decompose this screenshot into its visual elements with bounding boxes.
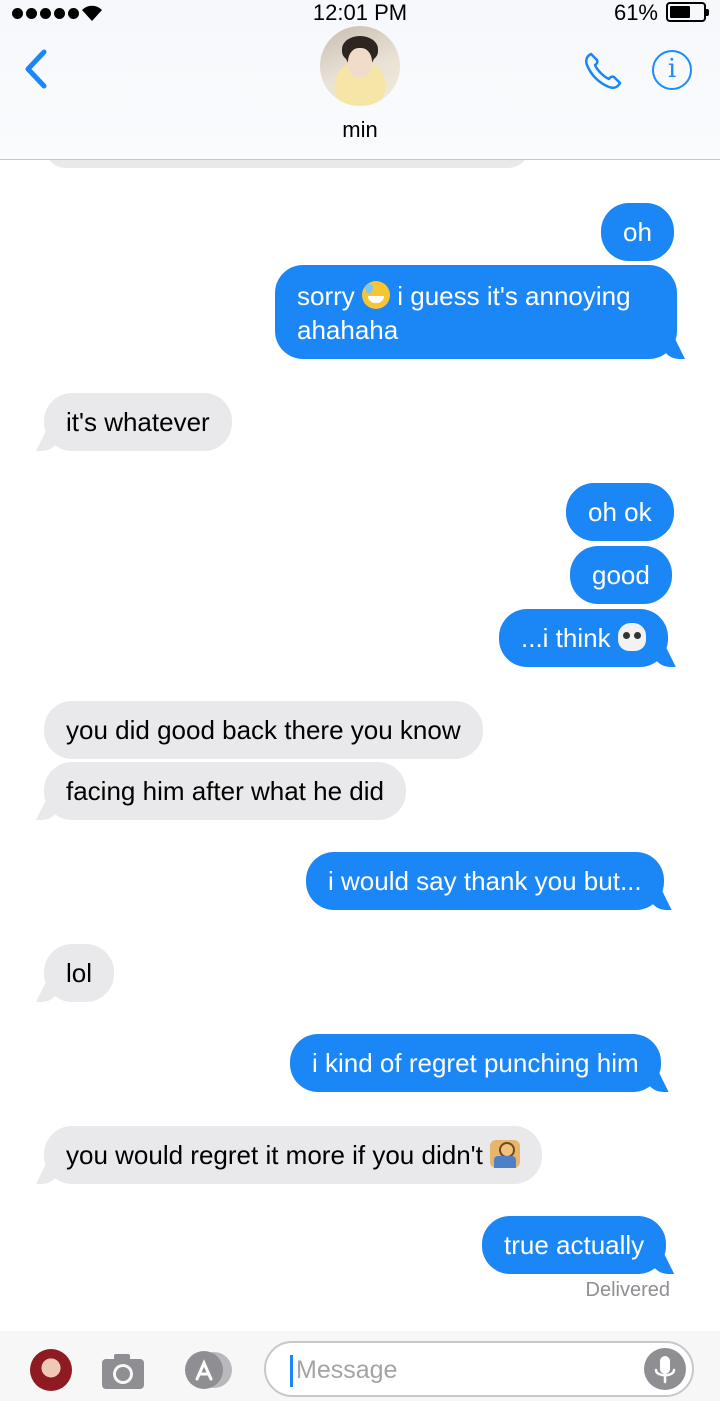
message-text: you would regret it more if you didn't xyxy=(66,1140,483,1170)
message-text: true actually xyxy=(504,1230,645,1260)
message-bubble-received[interactable]: lol xyxy=(44,944,115,1002)
message-bubble-sent[interactable]: sorry i guess it's annoying ahahaha xyxy=(275,265,677,359)
message-text: i guess it's annoying xyxy=(397,281,631,311)
message-bubble-sent[interactable]: good xyxy=(570,546,672,604)
message-text: oh ok xyxy=(588,497,652,527)
phone-icon[interactable] xyxy=(582,50,624,92)
battery-icon xyxy=(666,2,709,22)
message-text: sorry xyxy=(297,281,355,311)
message-text: oh xyxy=(623,217,652,247)
message-text: lol xyxy=(66,958,93,988)
message-text: i kind of regret punching him xyxy=(312,1048,639,1078)
message-bubble-received[interactable]: you did good back there you know xyxy=(44,701,483,759)
message-text: it's whatever xyxy=(66,407,210,437)
conversation-header: 12:01 PM 61% min i xyxy=(0,0,720,160)
message-bubble-sent[interactable]: true actually xyxy=(482,1216,667,1274)
message-field[interactable] xyxy=(264,1341,694,1397)
man-shrugging-emoji-icon xyxy=(490,1140,521,1168)
info-icon[interactable]: i xyxy=(652,50,692,90)
skull-emoji-icon xyxy=(617,623,646,651)
text-cursor xyxy=(290,1355,293,1387)
message-bubble-sent[interactable]: ...i think xyxy=(499,609,668,667)
battery-percent: 61% xyxy=(613,0,658,25)
message-text: good xyxy=(592,560,650,590)
delivered-status: Delivered xyxy=(585,1279,670,1301)
message-bubble-sent[interactable]: oh ok xyxy=(566,483,674,541)
message-bubble-received[interactable]: it's whatever xyxy=(44,393,232,451)
message-input-bar xyxy=(0,1331,720,1401)
message-text: you did good back there you know xyxy=(66,715,461,745)
message-bubble-received[interactable]: facing him after what he did xyxy=(44,762,406,820)
status-time: 12:01 PM xyxy=(312,0,408,25)
message-bubble-sent[interactable]: i kind of regret punching him xyxy=(290,1034,661,1092)
microphone-icon[interactable] xyxy=(644,1348,686,1390)
status-bar: 12:01 PM 61% xyxy=(0,0,720,26)
message-thread: oh sorry i guess it's annoying ahahaha i… xyxy=(0,0,720,1330)
message-input[interactable] xyxy=(296,1351,636,1389)
message-bubble-sent[interactable]: oh xyxy=(601,203,674,261)
message-bubble-received[interactable]: you would regret it more if you didn't xyxy=(44,1126,543,1184)
contact-avatar[interactable] xyxy=(320,26,400,106)
camera-icon[interactable] xyxy=(100,1351,146,1391)
message-text: ahahaha xyxy=(297,315,399,345)
message-bubble-sent[interactable]: i would say thank you but... xyxy=(306,852,664,910)
sweat-smile-emoji-icon xyxy=(362,281,391,309)
contact-name[interactable]: min xyxy=(0,117,720,143)
message-text: i would say thank you but... xyxy=(328,866,642,896)
message-text: ...i think xyxy=(521,623,611,653)
memoji-app-icon[interactable] xyxy=(30,1349,72,1391)
app-store-icon[interactable] xyxy=(180,1350,236,1390)
battery-level xyxy=(670,6,690,18)
message-text: facing him after what he did xyxy=(66,776,384,806)
chevron-left-icon[interactable] xyxy=(20,46,54,92)
